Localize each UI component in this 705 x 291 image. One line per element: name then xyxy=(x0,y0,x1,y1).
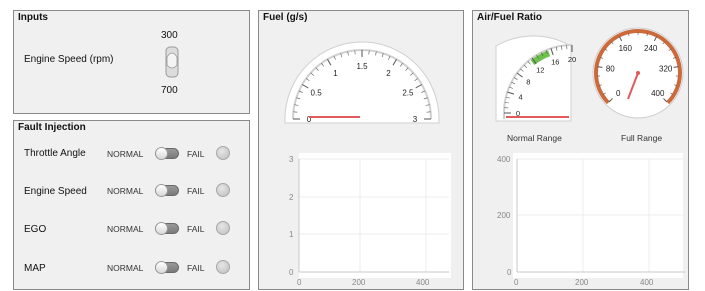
engine-speed-fail-lamp xyxy=(216,183,230,197)
fuel-y-tick: 1 xyxy=(289,230,294,239)
afr-y-tick: 200 xyxy=(497,211,511,220)
normal-label: NORMAL xyxy=(107,263,143,273)
toggle-knob xyxy=(155,184,168,197)
engine-speed-label: Engine Speed (rpm) xyxy=(24,54,114,65)
fail-label: FAIL xyxy=(187,186,204,196)
afr-y-tick: 400 xyxy=(497,155,511,164)
fail-label: FAIL xyxy=(187,149,204,159)
fuel-x-tick: 200 xyxy=(352,278,366,287)
fail-label: FAIL xyxy=(187,224,204,234)
ego-fail-lamp xyxy=(216,221,230,235)
inputs-panel-title: Inputs xyxy=(18,12,48,23)
throttle-angle-fail-lamp xyxy=(216,146,230,160)
afr-plot-grid: 400 200 0 0 200 400 xyxy=(473,11,690,291)
afr-x-tick: 0 xyxy=(514,278,519,287)
fail-label: FAIL xyxy=(187,263,204,273)
knob-min-label: 700 xyxy=(161,85,178,96)
toggle-knob xyxy=(155,222,168,235)
fault-row-label: Throttle Angle xyxy=(24,148,86,159)
afr-x-tick: 200 xyxy=(575,278,589,287)
engine-speed-toggle[interactable] xyxy=(155,185,179,196)
fuel-y-tick: 3 xyxy=(289,155,294,164)
fault-row-label: EGO xyxy=(24,224,46,235)
normal-label: NORMAL xyxy=(107,149,143,159)
fault-row-label: Engine Speed xyxy=(24,186,87,197)
map-toggle[interactable] xyxy=(155,262,179,273)
toggle-knob xyxy=(155,261,168,274)
throttle-angle-toggle[interactable] xyxy=(155,148,179,159)
inputs-panel: Inputs Engine Speed (rpm) 300 700 xyxy=(13,10,250,114)
fuel-x-tick: 0 xyxy=(297,278,302,287)
engine-speed-knob[interactable] xyxy=(160,45,184,79)
knob-max-label: 300 xyxy=(161,30,178,41)
fault-injection-title: Fault Injection xyxy=(18,122,86,133)
normal-label: NORMAL xyxy=(107,224,143,234)
fuel-y-tick: 0 xyxy=(289,268,294,277)
map-fail-lamp xyxy=(216,260,230,274)
fuel-panel: Fuel (g/s) 00.511.522.53 3 2 1 0 0 200 4… xyxy=(258,10,464,290)
fuel-y-tick: 2 xyxy=(289,193,294,202)
normal-label: NORMAL xyxy=(107,186,143,196)
fault-row-label: MAP xyxy=(24,263,46,274)
fault-injection-panel: Fault Injection Throttle Angle NORMAL FA… xyxy=(13,120,250,290)
afr-y-tick: 0 xyxy=(507,268,512,277)
fuel-plot-grid: 3 2 1 0 0 200 400 xyxy=(259,11,465,291)
fuel-x-tick: 400 xyxy=(416,278,430,287)
toggle-knob xyxy=(155,147,168,160)
ego-toggle[interactable] xyxy=(155,223,179,234)
afr-x-tick: 400 xyxy=(640,278,654,287)
afr-panel: Air/Fuel Ratio 048121620 Normal Range 08… xyxy=(472,10,689,290)
